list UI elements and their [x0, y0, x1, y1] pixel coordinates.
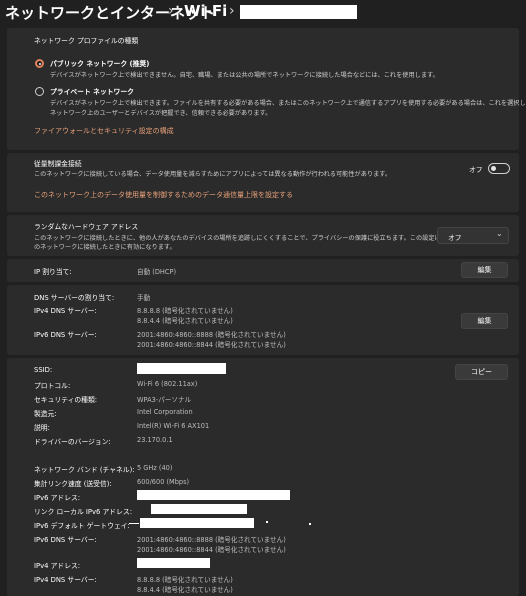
chevron-down-icon: ⌄ — [496, 229, 503, 238]
security-type-label: セキュリティの種類: — [34, 396, 98, 404]
profile-type-title: ネットワーク プロファイルの種類 — [34, 37, 139, 45]
metered-desc: このネットワークに接続している場合、データ使用量を減らすためにアプリによっては異… — [34, 171, 392, 178]
ipv6-gateway-dot-2 — [309, 523, 311, 525]
firewall-settings-link[interactable]: ファイアウォールとセキュリティ設定の構成 — [34, 126, 174, 136]
dns-assignment-label: DNS サーバーの割り当て: — [34, 294, 115, 302]
network-band-value: 5 GHz (40) — [137, 464, 173, 472]
private-network-desc-2: ネットワーク上のユーザーとデバイスが把握でき、信頼できる必要があります。 — [50, 110, 272, 117]
ipv4-address-label: IPv4 アドレス: — [34, 562, 81, 570]
dns-ipv6-value-2: 2001:4860:4860::8844 (暗号化されていません) — [137, 341, 286, 349]
dns-assignment-value: 手動 — [137, 294, 151, 302]
ipv4-dns-value-1: 8.8.8.8 (暗号化されていません) — [137, 576, 233, 584]
ssid-label: SSID: — [34, 366, 53, 374]
description-value: Intel(R) Wi-Fi 6 AX101 — [137, 422, 210, 430]
link-speed-value: 600/600 (Mbps) — [137, 478, 190, 486]
ipv4-dns-value-2: 8.8.4.4 (暗号化されていません) — [137, 586, 233, 594]
public-network-radio[interactable] — [35, 59, 44, 68]
public-network-desc: デバイスがネットワーク上で検出できません。自宅、職場、または公共の場所でネットワ… — [50, 72, 439, 79]
link-speed-label: 集計リンク速度 (送受信): — [34, 480, 112, 488]
network-band-label: ネットワーク バンド (チャネル): — [34, 466, 135, 474]
protocol-label: プロトコル: — [34, 382, 71, 390]
ip-edit-button[interactable]: 編集 — [461, 262, 508, 278]
ipv6-dns-label: IPv6 DNS サーバー: — [34, 536, 97, 544]
manufacturer-label: 製造元: — [34, 410, 57, 418]
metered-toggle[interactable] — [488, 163, 510, 174]
dns-ipv4-value-2: 8.8.4.4 (暗号化されていません) — [137, 317, 233, 325]
ipv6-gateway-redacted — [140, 518, 254, 528]
ipv6-gateway-dash — [129, 523, 139, 524]
ip-assignment-label: IP 割り当て: — [34, 268, 72, 276]
toggle-knob — [491, 166, 496, 171]
private-network-desc-1: デバイスがネットワーク上で検出できます。ファイルを共有する必要がある場合、または… — [50, 100, 526, 107]
random-hw-desc-1: このネットワークに接続したときに、他の人があなたのデバイスの場所を追跡しにくくす… — [34, 235, 466, 242]
copy-button[interactable]: コピー — [455, 364, 508, 380]
description-label: 説明: — [34, 424, 50, 432]
ipv6-address-label: IPv6 アドレス: — [34, 494, 81, 502]
private-network-label[interactable]: プライベート ネットワーク — [50, 86, 134, 96]
profile-type-card: ネットワーク プロファイルの種類 パブリック ネットワーク (推奨) デバイスが… — [7, 28, 526, 150]
ipv6-gateway-label: IPv6 デフォルト ゲートウェイ: — [34, 522, 130, 530]
ssid-redacted — [137, 363, 226, 374]
ipv4-address-redacted — [137, 558, 210, 568]
ip-assignment-card: IP 割り当て: 自動 (DHCP) 編集 — [7, 259, 519, 282]
ipv6-gateway-dot-1 — [266, 521, 268, 523]
dns-ipv6-value-1: 2001:4860:4860::8888 (暗号化されていません) — [137, 331, 286, 339]
network-name-redacted — [240, 5, 357, 19]
dns-ipv4-value-1: 8.8.8.8 (暗号化されていません) — [137, 307, 233, 315]
dns-card: DNS サーバーの割り当て: 手動 IPv4 DNS サーバー: 8.8.8.8… — [7, 285, 519, 355]
breadcrumb-separator-2: › — [229, 3, 235, 19]
data-limit-link[interactable]: このネットワーク上のデータ使用量を制御するためのデータ通信量上限を設定する — [34, 190, 293, 200]
security-type-value: WPA3-パーソナル — [137, 396, 192, 404]
protocol-value: Wi-Fi 6 (802.11ax) — [137, 380, 198, 388]
private-network-radio[interactable] — [35, 87, 44, 96]
ipv6-dns-value-1: 2001:4860:4860::8888 (暗号化されていません) — [137, 536, 286, 544]
metered-toggle-label: オフ — [469, 166, 483, 174]
random-hw-select-value: オフ — [448, 234, 462, 242]
driver-version-value: 23.170.0.1 — [137, 436, 173, 444]
ip-assignment-value: 自動 (DHCP) — [137, 268, 177, 276]
metered-title: 従量制課金接続 — [34, 160, 82, 168]
breadcrumb-wifi[interactable]: Wi-Fi — [184, 2, 227, 20]
driver-version-label: ドライバーのバージョン: — [34, 438, 111, 446]
dns-edit-button[interactable]: 編集 — [461, 313, 508, 329]
metered-connection-card: 従量制課金接続 このネットワークに接続している場合、データ使用量を減らすためにア… — [7, 153, 519, 212]
public-network-label[interactable]: パブリック ネットワーク (推奨) — [50, 58, 149, 68]
random-hw-desc-2: のネットワークに接続したときに有効になります。 — [34, 244, 176, 251]
dns-ipv6-label: IPv6 DNS サーバー: — [34, 331, 97, 339]
ipv6-dns-value-2: 2001:4860:4860::8844 (暗号化されていません) — [137, 546, 286, 554]
breadcrumb-separator-1: › — [168, 3, 174, 19]
dns-ipv4-label: IPv4 DNS サーバー: — [34, 307, 97, 315]
random-hw-title: ランダムなハードウェア アドレス — [34, 223, 139, 231]
ipv4-dns-label: IPv4 DNS サーバー: — [34, 576, 97, 584]
properties-card: コピー SSID: プロトコル: Wi-Fi 6 (802.11ax) セキュリ… — [7, 358, 519, 596]
link-local-ipv6-redacted — [151, 504, 247, 514]
link-local-ipv6-label: リンク ローカル IPv6 アドレス: — [34, 508, 132, 516]
manufacturer-value: Intel Corporation — [137, 408, 193, 416]
random-hw-card: ランダムなハードウェア アドレス このネットワークに接続したときに、他の人があな… — [7, 215, 519, 256]
random-hw-select[interactable]: オフ ⌄ — [437, 227, 509, 244]
ipv6-address-redacted — [137, 490, 290, 500]
